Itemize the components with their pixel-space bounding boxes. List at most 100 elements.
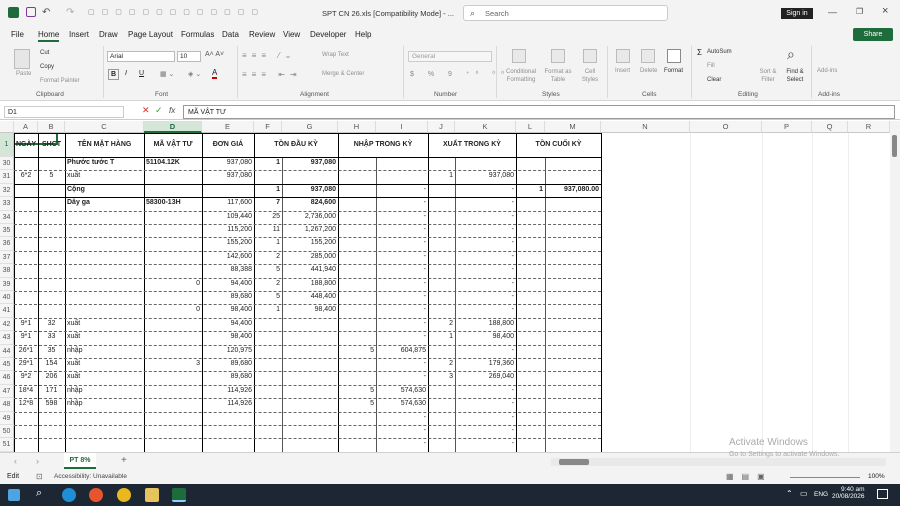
cell-h47[interactable]: 5 <box>338 385 376 398</box>
cell-g37[interactable]: 285,000 <box>282 251 338 264</box>
cell-f38[interactable]: 5 <box>254 264 282 277</box>
row-header-44[interactable]: 44 <box>0 344 14 358</box>
cell-i46[interactable]: - <box>376 371 428 384</box>
cell-a46[interactable]: 9*2 <box>14 371 38 384</box>
save-icon[interactable] <box>26 7 36 17</box>
cell-c43[interactable]: xuất <box>65 331 144 344</box>
cell-k39[interactable]: - <box>455 278 516 291</box>
cell-e45[interactable]: 89,680 <box>202 358 254 371</box>
underline-button[interactable]: U <box>139 70 144 77</box>
cell-i47[interactable]: 574,630 <box>376 385 428 398</box>
cell-d41[interactable]: 0 <box>144 304 202 317</box>
cell-e30[interactable]: 937,080 <box>202 157 254 170</box>
row-header-30[interactable]: 30 <box>0 157 14 171</box>
cell-styles-button[interactable]: Cell Styles <box>578 68 602 84</box>
column-header-k[interactable]: K <box>455 121 516 133</box>
cell-f35[interactable]: 11 <box>254 224 282 237</box>
cell-f32[interactable]: 1 <box>254 184 282 197</box>
cell-i49[interactable]: - <box>376 412 428 425</box>
column-header-f[interactable]: F <box>254 121 282 133</box>
cell-d33[interactable]: 58300-13H <box>144 197 202 210</box>
cell-e37[interactable]: 142,600 <box>202 251 254 264</box>
cell-i42[interactable]: - <box>376 318 428 331</box>
fx-icon[interactable]: fx <box>169 106 175 115</box>
column-header-b[interactable]: B <box>38 121 65 133</box>
row-header-50[interactable]: 50 <box>0 425 14 439</box>
tab-formulas[interactable]: Formulas <box>181 30 214 39</box>
delete-cells-button[interactable]: Delete <box>640 68 657 74</box>
sheet-tab-pt8[interactable]: PT 8% <box>64 453 96 469</box>
cell-g40[interactable]: 448,400 <box>282 291 338 304</box>
tab-view[interactable]: View <box>283 30 300 39</box>
cell-h44[interactable]: 5 <box>338 345 376 358</box>
cell-i35[interactable]: - <box>376 224 428 237</box>
cell-c42[interactable]: xuất <box>65 318 144 331</box>
sort-filter-button[interactable]: Sort & Filter <box>756 68 780 84</box>
column-header-i[interactable]: I <box>376 121 428 133</box>
minimize-icon[interactable]: — <box>828 7 837 17</box>
cut-button[interactable]: Cut <box>40 50 49 56</box>
row-header-1[interactable]: 1 <box>0 133 14 157</box>
row-header-48[interactable]: 48 <box>0 398 14 412</box>
row-header-51[interactable]: 51 <box>0 438 14 452</box>
format-cells-button[interactable]: Format <box>664 68 683 74</box>
cell-c32[interactable]: Cộng <box>65 184 144 197</box>
cell-a43[interactable]: 9*1 <box>14 331 38 344</box>
cell-k48[interactable]: - <box>455 398 516 411</box>
cell-k36[interactable]: - <box>455 237 516 250</box>
align-left-icons[interactable]: ≡≡≡ ⇤⇥ <box>242 70 302 79</box>
search-box[interactable]: ⌕ Search <box>463 5 668 21</box>
cell-b31[interactable]: 5 <box>38 170 65 183</box>
excel-taskbar-icon[interactable] <box>172 488 186 502</box>
row-header-32[interactable]: 32 <box>0 183 14 198</box>
cell-g38[interactable]: 441,940 <box>282 264 338 277</box>
cell-a44[interactable]: 26*1 <box>14 345 38 358</box>
italic-button[interactable]: I <box>125 70 127 77</box>
cell-e33[interactable]: 117,600 <box>202 197 254 210</box>
firefox-icon[interactable] <box>89 488 103 502</box>
cell-c44[interactable]: nhập <box>65 345 144 358</box>
row-header-40[interactable]: 40 <box>0 291 14 305</box>
font-color-icon[interactable]: A <box>212 68 218 79</box>
row-header-39[interactable]: 39 <box>0 277 14 291</box>
merge-center-button[interactable]: Merge & Center <box>322 71 364 77</box>
notification-icon[interactable] <box>877 489 888 499</box>
vertical-scrollbar[interactable] <box>890 121 900 452</box>
cell-d45[interactable]: 3 <box>144 358 202 371</box>
cell-e42[interactable]: 94,400 <box>202 318 254 331</box>
worksheet-grid[interactable]: A B C D E F G H I J K L M N O P Q R 1 30 31 32 33 34 35 36 37 38 39 4… <box>0 121 890 452</box>
format-as-table-button[interactable]: Format as Table <box>543 68 573 84</box>
cell-c45[interactable]: xuất <box>65 358 144 371</box>
wrap-text-button[interactable]: Wrap Text <box>322 52 349 58</box>
chrome-icon[interactable] <box>117 488 131 502</box>
row-header-38[interactable]: 38 <box>0 264 14 278</box>
cell-k31[interactable]: 937,080 <box>455 170 516 183</box>
cell-g34[interactable]: 2,736,000 <box>282 211 338 224</box>
cell-k49[interactable]: - <box>455 412 516 425</box>
fill-color-icon[interactable]: ◈ ⌄ <box>188 70 201 78</box>
cell-k32[interactable]: - <box>455 184 516 197</box>
column-header-c[interactable]: C <box>65 121 144 133</box>
cell-a31[interactable]: 6*2 <box>14 170 38 183</box>
cell-k40[interactable]: - <box>455 291 516 304</box>
tab-developer[interactable]: Developer <box>310 30 346 39</box>
cell-b43[interactable]: 33 <box>38 331 65 344</box>
zoom-level[interactable]: 100% <box>868 473 885 480</box>
cell-g32[interactable]: 937,080 <box>282 184 338 197</box>
cell-e35[interactable]: 115,200 <box>202 224 254 237</box>
cell-k51[interactable]: - <box>455 438 516 451</box>
cell-i51[interactable]: - <box>376 438 428 451</box>
clear-button[interactable]: Clear <box>707 77 721 83</box>
column-header-p[interactable]: P <box>762 121 812 133</box>
column-header-m[interactable]: M <box>545 121 601 133</box>
row-header-31[interactable]: 31 <box>0 170 14 184</box>
row-header-45[interactable]: 45 <box>0 358 14 372</box>
cell-f37[interactable]: 2 <box>254 251 282 264</box>
cell-a47[interactable]: 18*4 <box>14 385 38 398</box>
cell-i41[interactable]: - <box>376 304 428 317</box>
column-header-n[interactable]: N <box>601 121 690 133</box>
tab-home[interactable]: Home <box>38 30 60 42</box>
cell-b45[interactable]: 154 <box>38 358 65 371</box>
cell-b42[interactable]: 32 <box>38 318 65 331</box>
select-all-corner[interactable] <box>0 121 14 133</box>
